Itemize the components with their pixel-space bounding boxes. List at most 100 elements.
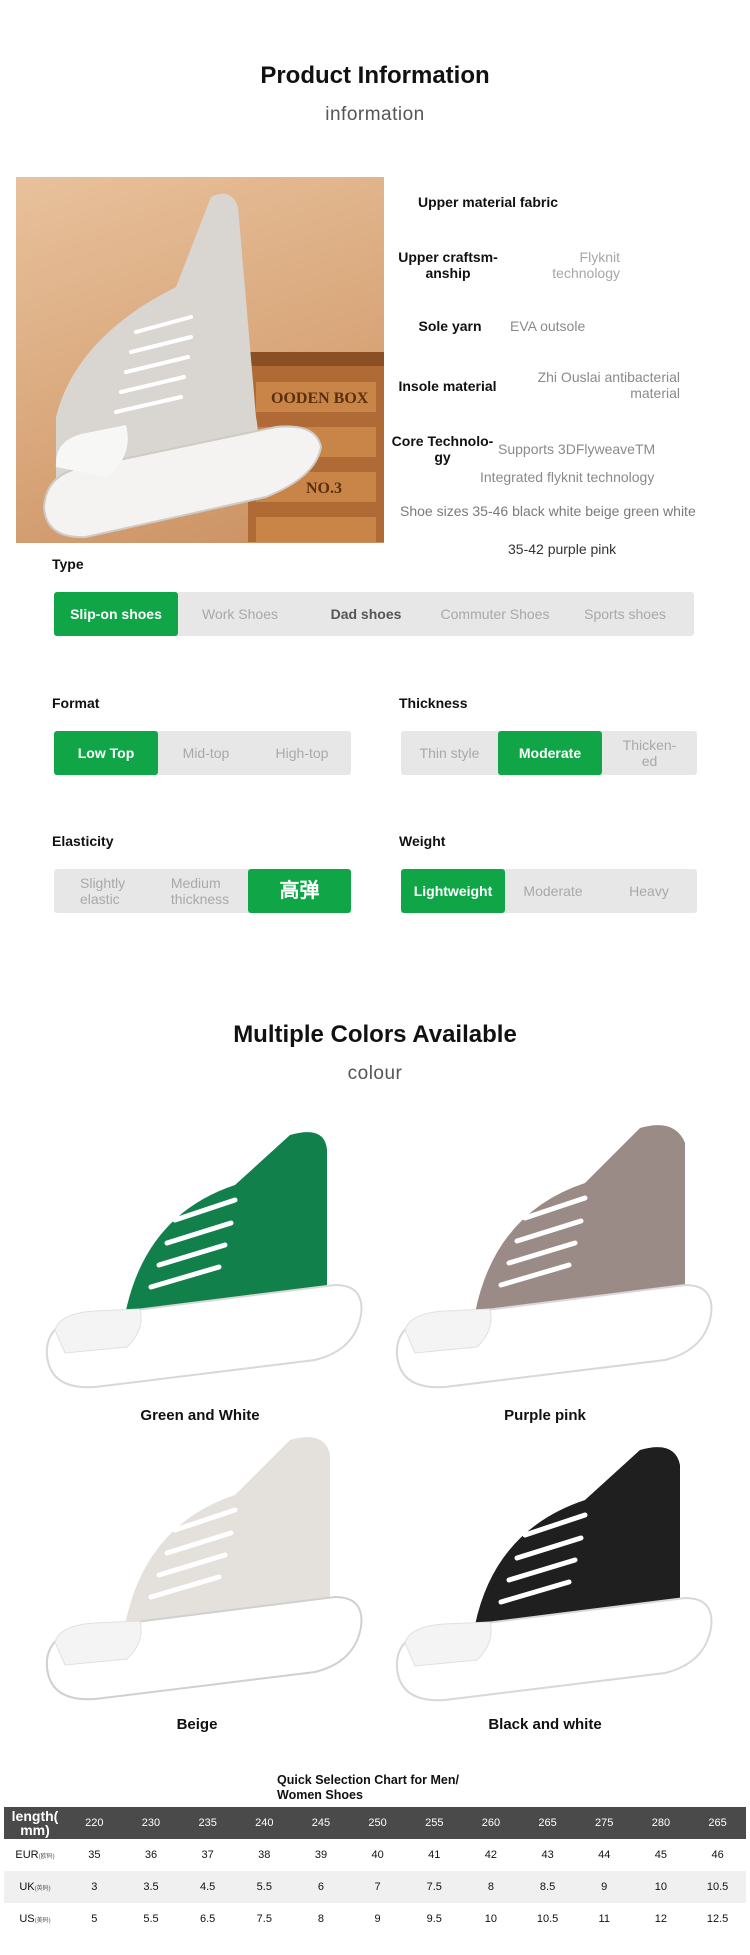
type-option-slip-on[interactable]: Slip-on shoes — [54, 592, 178, 636]
size-chart-row-label: EUR(欧码) — [4, 1839, 66, 1871]
spec-value-core-technology: Supports 3DFlyweaveTM — [498, 441, 656, 457]
size-cell: 7.5 — [235, 1903, 293, 1935]
spec-label-sole-yarn: Sole yarn — [418, 318, 482, 334]
type-option-sports-shoes[interactable]: Sports shoes — [560, 592, 690, 636]
weight-option-moderate[interactable]: Moderate — [505, 869, 601, 913]
thickness-option-thickened[interactable]: Thicken- ed — [602, 731, 697, 775]
elasticity-option-bar: Slightly elastic Medium thickness 高弹 — [54, 869, 351, 913]
elasticity-option-medium[interactable]: Medium thickness — [152, 869, 248, 913]
size-chart-header-cell: 220 — [66, 1807, 123, 1839]
size-cell: 39 — [292, 1839, 350, 1871]
size-cell: 46 — [689, 1839, 746, 1871]
svg-text:NO.3: NO.3 — [306, 480, 342, 497]
size-chart-header-cell: 280 — [632, 1807, 690, 1839]
size-cell: 9.5 — [405, 1903, 463, 1935]
format-label: Format — [52, 695, 100, 711]
size-cell: 8.5 — [519, 1871, 576, 1903]
elasticity-option-high[interactable]: 高弹 — [248, 869, 351, 913]
spec-value-upper-craftsmanship: Flyknit technology — [552, 249, 620, 281]
product-info-title: Product Information — [260, 62, 490, 89]
weight-label: Weight — [399, 833, 446, 849]
colors-subtitle: colour — [347, 1063, 403, 1084]
size-cell: 36 — [122, 1839, 180, 1871]
size-chart-header-cell: 275 — [575, 1807, 633, 1839]
elasticity-option-slightly[interactable]: Slightly elastic — [54, 869, 152, 913]
weight-option-bar: Lightweight Moderate Heavy — [401, 869, 697, 913]
spec-label-upper-craftsmanship: Upper craftsm- anship — [398, 249, 498, 281]
size-cell: 9 — [575, 1871, 633, 1903]
type-option-work-shoes[interactable]: Work Shoes — [178, 592, 302, 636]
weight-option-heavy[interactable]: Heavy — [601, 869, 697, 913]
size-cell: 9 — [349, 1903, 406, 1935]
spec-value-core-technology-2: Integrated flyknit technology — [480, 469, 655, 485]
type-option-dad-shoes[interactable]: Dad shoes — [304, 592, 428, 636]
weight-option-lightweight[interactable]: Lightweight — [401, 869, 505, 913]
shoe-sizes-line-1: Shoe sizes 35-46 black white beige green… — [400, 503, 696, 519]
size-row-label-sub: (美码) — [34, 1918, 51, 1924]
type-option-bar: Slip-on shoes Work Shoes Dad shoes Commu… — [54, 592, 694, 636]
size-cell: 40 — [349, 1839, 406, 1871]
format-option-high-top[interactable]: High-top — [254, 731, 350, 775]
size-chart-header-cell: 235 — [179, 1807, 236, 1839]
size-cell: 37 — [179, 1839, 236, 1871]
size-row-label-text: US — [19, 1913, 35, 1925]
color-caption-green-white: Green and White — [140, 1407, 260, 1424]
size-cell: 11 — [575, 1903, 633, 1935]
size-row-label-sub: (欧码) — [38, 1854, 55, 1860]
size-cell: 38 — [235, 1839, 293, 1871]
size-cell: 3.5 — [122, 1871, 180, 1903]
size-chart-row-label: US(美码) — [4, 1903, 66, 1935]
spec-label-insole-material: Insole material — [398, 378, 497, 394]
size-cell: 45 — [632, 1839, 690, 1871]
format-option-bar: Low Top Mid-top High-top — [54, 731, 351, 775]
thickness-label: Thickness — [399, 695, 468, 711]
size-chart-header-cell: 230 — [122, 1807, 180, 1839]
color-image-green-white[interactable] — [35, 1125, 365, 1400]
elasticity-label: Elasticity — [52, 833, 114, 849]
size-chart-table: length( mm) 220 230 235 240 245 250 255 … — [4, 1807, 746, 1935]
color-image-purple-pink[interactable] — [385, 1118, 715, 1400]
size-cell: 44 — [575, 1839, 633, 1871]
format-option-mid-top[interactable]: Mid-top — [158, 731, 254, 775]
spec-label-core-technology: Core Technolo- gy — [391, 433, 494, 465]
size-chart-header-cell: 265 — [519, 1807, 576, 1839]
size-cell: 5.5 — [235, 1871, 293, 1903]
size-cell: 10.5 — [689, 1871, 746, 1903]
color-caption-beige: Beige — [176, 1716, 218, 1733]
color-image-beige[interactable] — [35, 1430, 365, 1710]
size-chart-header-cell: 255 — [405, 1807, 463, 1839]
size-row-label-sub: (英码) — [34, 1886, 51, 1892]
product-info-subtitle: information — [325, 104, 425, 125]
size-chart-header-cell: 260 — [462, 1807, 520, 1839]
size-chart-header-cell: 240 — [235, 1807, 293, 1839]
size-cell: 35 — [66, 1839, 123, 1871]
thickness-option-moderate[interactable]: Moderate — [498, 731, 602, 775]
size-chart-header-row: length( mm) 220 230 235 240 245 250 255 … — [4, 1807, 746, 1839]
size-chart-title: Quick Selection Chart for Men/ Women Sho… — [277, 1773, 459, 1802]
size-cell: 3 — [66, 1871, 123, 1903]
spec-value-sole-yarn: EVA outsole — [510, 318, 586, 334]
size-cell: 6 — [292, 1871, 350, 1903]
spec-value-insole-material: Zhi Ouslai antibacterial material — [537, 369, 680, 401]
size-chart-row-eur: EUR(欧码) 35 36 37 38 39 40 41 42 43 44 45… — [4, 1839, 746, 1871]
size-cell: 7 — [349, 1871, 406, 1903]
shoe-sizes-line-2: 35-42 purple pink — [508, 541, 617, 557]
hero-shoe-image: OODEN BOX NO.3 — [16, 177, 384, 543]
size-cell: 5.5 — [122, 1903, 180, 1935]
size-cell: 10 — [632, 1871, 690, 1903]
size-chart-header-cell: length( mm) — [4, 1807, 66, 1839]
size-cell: 4.5 — [179, 1871, 236, 1903]
size-row-label-text: EUR — [15, 1849, 39, 1861]
thickness-option-bar: Thin style Moderate Thicken- ed — [401, 731, 697, 775]
size-cell: 42 — [462, 1839, 520, 1871]
size-chart-header-cell: 265 — [689, 1807, 746, 1839]
thickness-option-thin[interactable]: Thin style — [401, 731, 498, 775]
size-cell: 43 — [519, 1839, 576, 1871]
format-option-low-top[interactable]: Low Top — [54, 731, 158, 775]
size-cell: 10 — [462, 1903, 520, 1935]
color-image-black-white[interactable] — [385, 1440, 715, 1710]
type-option-commuter-shoes[interactable]: Commuter Shoes — [430, 592, 560, 636]
size-chart-row-us: US(美码) 5 5.5 6.5 7.5 8 9 9.5 10 10.5 11 … — [4, 1903, 746, 1935]
size-chart-row-label: UK(英码) — [4, 1871, 66, 1903]
colors-title: Multiple Colors Available — [233, 1021, 517, 1048]
